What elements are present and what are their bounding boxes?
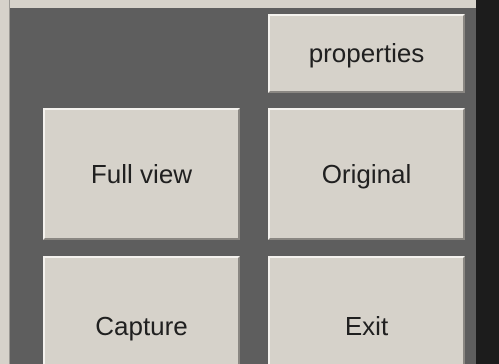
window-left-frame [0,0,10,364]
capture-button[interactable]: Capture [43,256,240,364]
exit-button[interactable]: Exit [268,256,465,364]
original-button[interactable]: Original [268,108,465,240]
window-top-frame [0,0,499,8]
exit-button-label: Exit [344,310,389,341]
full-view-button[interactable]: Full view [43,108,240,240]
properties-button[interactable]: properties [268,14,465,93]
window-right-edge [476,0,499,364]
capture-button-label: Capture [95,310,188,341]
full-view-button-label: Full view [90,158,193,189]
properties-button-label: properties [308,38,425,68]
original-button-label: Original [321,158,412,189]
